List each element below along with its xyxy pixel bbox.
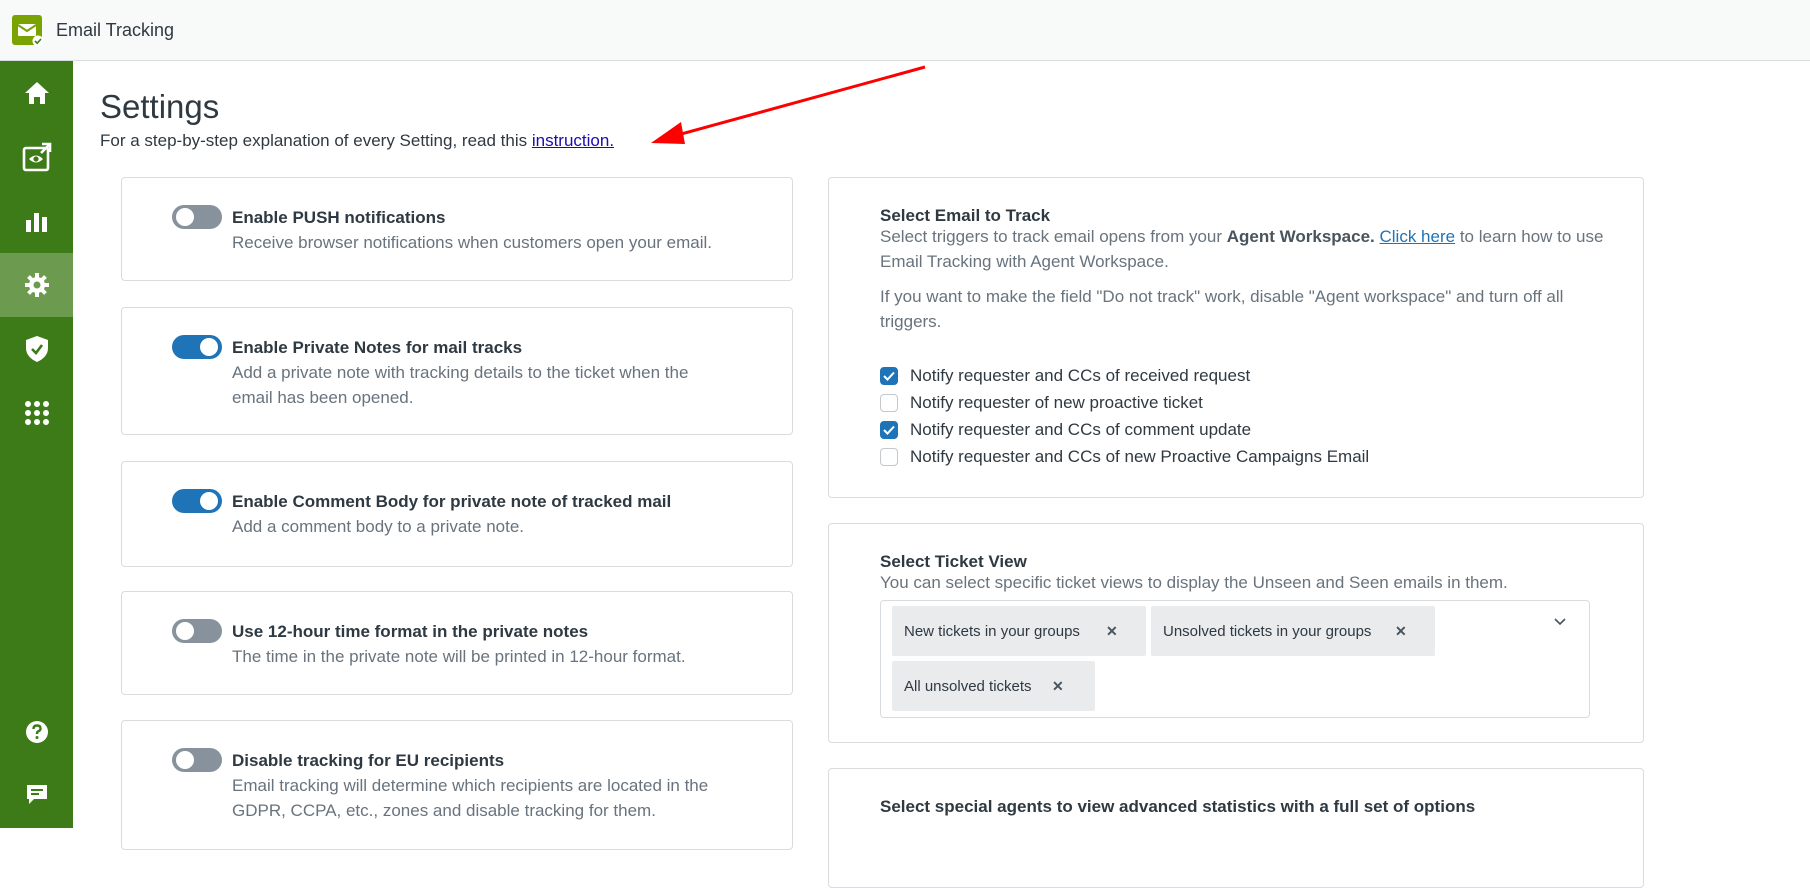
trigger-label: Notify requester and CCs of comment upda… [910,420,1251,440]
setting-description: The time in the private note will be pri… [232,644,732,669]
eye-icon [22,142,52,172]
private-notes-toggle[interactable] [172,335,222,359]
remove-chip-icon[interactable]: ✕ [1395,623,1407,640]
chat-icon [25,782,49,806]
chip-label: New tickets in your groups [904,623,1080,640]
trigger-label: Notify requester and CCs of new Proactiv… [910,447,1369,467]
trigger-row[interactable]: Notify requester and CCs of received req… [880,364,1250,388]
grid-icon [24,400,50,426]
setting-card-comment-body: Enable Comment Body for private note of … [121,461,793,567]
ticket-view-chip: All unsolved tickets ✕ [892,661,1095,711]
setting-title: Enable PUSH notifications [232,208,445,228]
page-subtitle-text: For a step-by-step explanation of every … [100,131,532,150]
chevron-down-icon[interactable] [1553,617,1567,627]
ticket-view-card: Select Ticket View You can select specif… [828,523,1644,743]
sidebar-item-feedback[interactable] [0,767,73,821]
shield-icon [25,335,49,363]
setting-card-push: Enable PUSH notifications Receive browse… [121,177,793,281]
select-email-title: Select Email to Track [880,206,1050,226]
setting-description: Add a comment body to a private note. [232,514,732,539]
home-icon [23,80,51,106]
setting-title: Enable Comment Body for private note of … [232,492,671,512]
trigger-checkbox[interactable] [880,421,898,439]
setting-description: Add a private note with tracking details… [232,360,732,410]
gear-icon [24,272,50,298]
check-icon [883,371,895,381]
ticket-view-description: You can select specific ticket views to … [880,570,1610,595]
question-icon [25,720,49,744]
main-content: Settings For a step-by-step explanation … [73,61,1810,828]
setting-card-eu-tracking: Disable tracking for EU recipients Email… [121,720,793,850]
eu-tracking-toggle[interactable] [172,748,222,772]
app-title: Email Tracking [56,20,174,41]
trigger-checkbox[interactable] [880,367,898,385]
select-email-card: Select Email to Track Select triggers to… [828,177,1644,498]
sidebar-item-security[interactable] [0,317,73,381]
chip-label: All unsolved tickets [904,678,1032,695]
setting-card-private-notes: Enable Private Notes for mail tracks Add… [121,307,793,435]
setting-description: Email tracking will determine which reci… [232,773,732,823]
page-subtitle: For a step-by-step explanation of every … [100,131,614,151]
trigger-label: Notify requester of new proactive ticket [910,393,1203,413]
setting-title: Enable Private Notes for mail tracks [232,338,522,358]
ticket-view-title: Select Ticket View [880,552,1027,572]
sidebar [0,61,73,828]
trigger-checkbox[interactable] [880,394,898,412]
bar-chart-icon [25,210,49,232]
ticket-view-multiselect[interactable]: New tickets in your groups ✕ Unsolved ti… [880,600,1590,718]
setting-card-time-format: Use 12-hour time format in the private n… [121,591,793,695]
select-email-desc-text: Select triggers to track email opens fro… [880,227,1227,246]
special-agents-card: Select special agents to view advanced s… [828,768,1644,888]
remove-chip-icon[interactable]: ✕ [1052,678,1064,695]
remove-chip-icon[interactable]: ✕ [1106,623,1118,640]
trigger-checkbox[interactable] [880,448,898,466]
do-not-track-note: If you want to make the field "Do not tr… [880,284,1610,334]
select-email-description: Select triggers to track email opens fro… [880,224,1610,274]
top-bar: Email Tracking [0,0,1810,61]
email-tracking-logo-icon [12,15,42,45]
time-format-toggle[interactable] [172,619,222,643]
trigger-row[interactable]: Notify requester of new proactive ticket [880,391,1203,415]
check-icon [883,425,895,435]
chip-label: Unsolved tickets in your groups [1163,623,1371,640]
trigger-label: Notify requester and CCs of received req… [910,366,1250,386]
sidebar-item-apps[interactable] [0,381,73,445]
comment-body-toggle[interactable] [172,489,222,513]
sidebar-item-tracked-emails[interactable] [0,125,73,189]
trigger-row[interactable]: Notify requester and CCs of new Proactiv… [880,445,1369,469]
sidebar-item-statistics[interactable] [0,189,73,253]
push-notifications-toggle[interactable] [172,205,222,229]
sidebar-item-settings[interactable] [0,253,73,317]
instruction-link[interactable]: instruction. [532,131,614,150]
sidebar-item-help[interactable] [0,705,73,759]
ticket-view-chip: New tickets in your groups ✕ [892,606,1146,656]
agent-workspace-label: Agent Workspace. [1227,227,1375,246]
page-title: Settings [100,88,219,126]
click-here-link[interactable]: Click here [1380,227,1456,246]
setting-description: Receive browser notifications when custo… [232,230,732,255]
sidebar-item-home[interactable] [0,61,73,125]
setting-title: Disable tracking for EU recipients [232,751,504,771]
annotation-arrow-icon [633,61,933,151]
trigger-row[interactable]: Notify requester and CCs of comment upda… [880,418,1251,442]
special-agents-title: Select special agents to view advanced s… [880,797,1475,817]
setting-title: Use 12-hour time format in the private n… [232,622,588,642]
ticket-view-chip: Unsolved tickets in your groups ✕ [1151,606,1435,656]
